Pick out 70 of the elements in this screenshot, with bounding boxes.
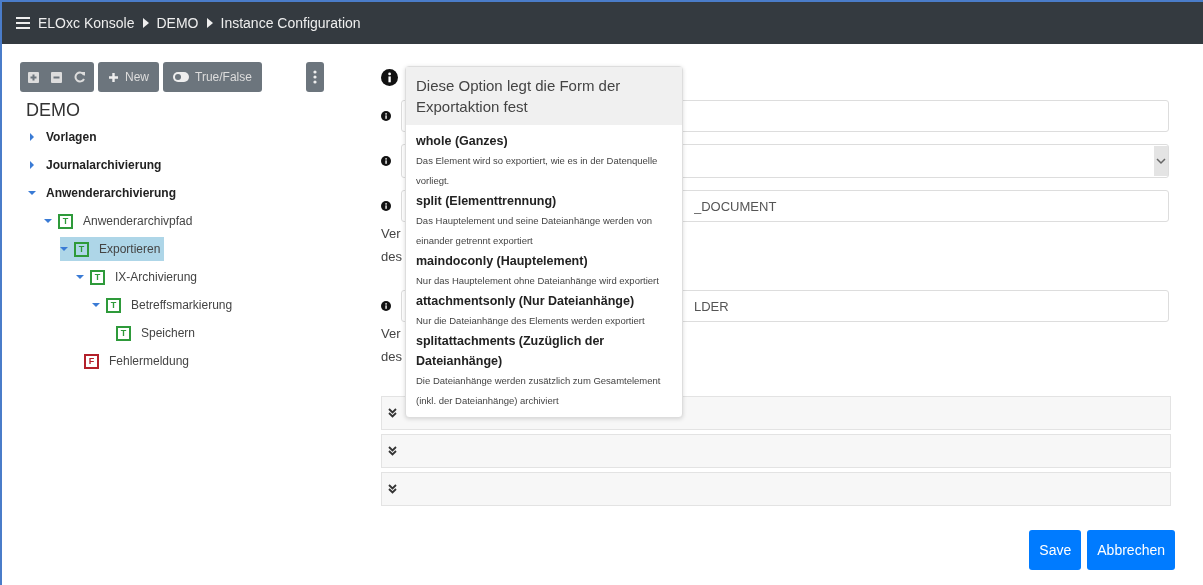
info-icon (381, 156, 391, 166)
caret-icon[interactable] (28, 133, 36, 141)
info-icon (381, 111, 391, 121)
caret-icon[interactable] (76, 273, 84, 281)
info-icon (381, 301, 391, 311)
option-name: attachmentsonly (Nur Dateianhänge) (416, 293, 636, 310)
chevron-down-icon (1154, 146, 1168, 176)
option-description: Das Element wird so exportiert, wie es in der Datenquelle vorliegt. (416, 154, 659, 188)
tree-item-label: Anwenderarchivpfad (82, 213, 194, 230)
type-badge: T (116, 325, 131, 341)
toggle-icon (173, 72, 189, 82)
caret-right-icon (206, 18, 213, 28)
minus-square-icon (51, 71, 62, 83)
caret-icon[interactable] (92, 301, 100, 309)
help-text: des (381, 349, 402, 364)
option-description: Nur das Hauptelement ohne Dateianhänge wird exportiert (416, 274, 660, 288)
caret-icon[interactable] (60, 245, 68, 253)
menu-icon[interactable] (16, 17, 30, 29)
cancel-button[interactable]: Abbrechen (1087, 530, 1175, 570)
tree-row[interactable]: T Anwenderarchivpfad (44, 209, 353, 233)
tree-row[interactable]: Journalarchivierung (28, 153, 353, 177)
help-text: Ver (381, 226, 401, 241)
caret-right-icon (142, 18, 149, 28)
tree-item-label: Anwenderarchivierung (45, 185, 178, 202)
breadcrumb-item[interactable]: ELOxc Konsole (38, 15, 135, 31)
type-badge: F (84, 353, 99, 369)
tree-item-label: IX-Archivierung (114, 269, 199, 286)
option-name: maindoconly (Hauptelement) (416, 253, 589, 270)
type-badge: T (74, 241, 89, 257)
tree-row[interactable]: T Exportieren (60, 237, 165, 261)
plus-icon (108, 71, 119, 83)
popover-title: Diese Option legt die Form der Exportaktion fest (416, 77, 621, 115)
tree-row[interactable]: T Speichern (108, 321, 353, 345)
option-name: splitattachments (Zuzüglich der Dateianhänge) (416, 333, 606, 370)
type-badge: T (106, 297, 121, 313)
option-name: split (Elementtrennung) (416, 193, 558, 210)
tree-item-label: Vorlagen (45, 129, 98, 146)
tree-root: DEMO (26, 100, 81, 121)
help-text: Ver (381, 326, 401, 341)
tree-row[interactable]: F Fehlermeldung (76, 349, 353, 373)
more-button[interactable] (305, 62, 324, 92)
caret-icon[interactable] (44, 217, 52, 225)
tree-item-label: Exportieren (98, 241, 162, 258)
tree-item-label: Betreffsmarkierung (130, 297, 234, 314)
tree-item-label: Fehlermeldung (108, 353, 191, 370)
option-description: Die Dateianhänge werden zusätzlich zum Gesamtelement (inkl. der Dateianhänge) archiviert (416, 374, 662, 408)
expand-all-button[interactable] (28, 71, 39, 83)
toggle-button[interactable]: True/False (163, 62, 262, 92)
breadcrumb-item[interactable]: Instance Configuration (220, 15, 361, 31)
tree-row[interactable]: Vorlagen (28, 125, 353, 149)
option-name: whole (Ganzes) (416, 133, 509, 150)
tree-row[interactable]: T IX-Archivierung (76, 265, 353, 289)
help-text: des (381, 249, 402, 264)
save-button[interactable]: Save (1029, 530, 1082, 570)
refresh-button[interactable] (74, 71, 86, 83)
tree-row[interactable]: Anwenderarchivierung (28, 181, 353, 205)
info-icon (381, 68, 398, 86)
caret-icon[interactable] (28, 189, 36, 197)
type-badge: T (58, 213, 73, 229)
vertical-dots-icon (312, 70, 317, 84)
refresh-icon (74, 71, 86, 83)
tree-item-label: Speichern (140, 325, 197, 342)
collapse-all-button[interactable] (51, 71, 62, 83)
info-icon (381, 201, 391, 211)
breadcrumb-item[interactable]: DEMO (156, 15, 199, 31)
plus-square-icon (28, 71, 39, 83)
type-badge: T (90, 269, 105, 285)
tree-item-label: Journalarchivierung (45, 157, 163, 174)
caret-icon[interactable] (28, 161, 36, 169)
tree-row[interactable]: T Betreffsmarkierung (92, 293, 353, 317)
